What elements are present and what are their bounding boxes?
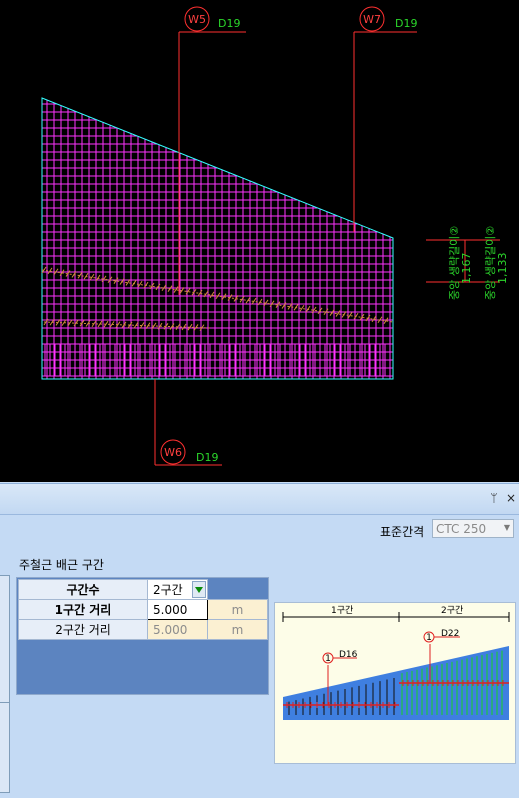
zone2-distance-label: 2구간 거리 (18, 619, 148, 640)
zone-preview-svg: 1구간 2구간 1 D16 1 D22 (282, 605, 510, 720)
zone1-unit: m (207, 599, 268, 620)
tag-w6: W6 D19 (154, 379, 222, 466)
standard-spacing-select[interactable]: CTC 250 ▼ (432, 519, 514, 538)
zone2-label: 2구간 (441, 605, 463, 616)
zone-count-combo[interactable]: 2구간 (147, 579, 208, 600)
zone-count-value: 2구간 (153, 583, 183, 597)
tag-w5-id: W5 (188, 13, 206, 26)
hatch-bands (41, 266, 394, 331)
dropdown-arrow-icon[interactable] (192, 581, 206, 598)
chevron-down-icon: ▼ (503, 523, 510, 532)
left-collapsed-pane[interactable] (0, 575, 10, 793)
side-value-2: 1,133 (496, 253, 509, 285)
rebar-mesh (42, 99, 393, 379)
zone1-distance-input[interactable]: 5.000 (147, 599, 208, 620)
tag-w7-size: D19 (395, 17, 417, 30)
panel-titlebar: ᛘ × (0, 483, 519, 515)
tag-w7: W7 D19 (353, 6, 417, 232)
slab-outline (41, 97, 394, 380)
zone2-distance-input[interactable]: 5.000 (147, 619, 208, 640)
zone2-unit: m (207, 619, 268, 640)
side-dimension: 중앙 생략길이② 1,167 중앙 생략길이② 1,133 (426, 226, 509, 300)
table-row: 1구간 거리 5.000 m (18, 599, 268, 620)
table-header-row: 구간수 2구간 (18, 579, 268, 600)
tag-w6-size: D19 (196, 451, 218, 464)
zone-preview-diagram: 1구간 2구간 1 D16 1 D22 (274, 602, 516, 764)
bar2-size: D22 (441, 629, 459, 639)
close-icon[interactable]: × (504, 491, 518, 505)
pane-divider (0, 702, 9, 703)
cad-drawing-view[interactable]: W5 D19 W7 D19 W6 D19 중앙 생략길이② 1,167 중앙 생… (0, 0, 519, 482)
zone-table: 구간수 2구간 1구간 거리 5.000 m 2구간 거리 5.000 m (18, 579, 268, 640)
pin-icon[interactable]: ᛘ (487, 491, 501, 505)
rebar-settings-panel: ᛘ × 표준간격 CTC 250 ▼ 주철근 배근 구간 구간수 2구간 1구간… (0, 483, 519, 798)
zone1-distance-label: 1구간 거리 (18, 599, 148, 620)
bar1-num: 1 (325, 654, 331, 664)
section-title: 주철근 배근 구간 (19, 558, 104, 572)
standard-spacing-label: 표준간격 (380, 525, 425, 539)
bar1-size: D16 (339, 650, 358, 660)
table-row: 2구간 거리 5.000 m (18, 619, 268, 640)
tag-w7-id: W7 (363, 13, 381, 26)
rebar-drawing: W5 D19 W7 D19 W6 D19 중앙 생략길이② 1,167 중앙 생… (41, 6, 509, 466)
side-value-1: 1,167 (460, 253, 473, 285)
zone1-label: 1구간 (331, 605, 353, 616)
zone-grid: 구간수 2구간 1구간 거리 5.000 m 2구간 거리 5.000 m (16, 577, 269, 695)
zone-count-label: 구간수 (18, 579, 148, 600)
tag-w6-id: W6 (164, 446, 182, 459)
standard-spacing-value: CTC 250 (436, 522, 487, 536)
tag-w5-size: D19 (218, 17, 240, 30)
bar2-num: 1 (426, 633, 432, 643)
